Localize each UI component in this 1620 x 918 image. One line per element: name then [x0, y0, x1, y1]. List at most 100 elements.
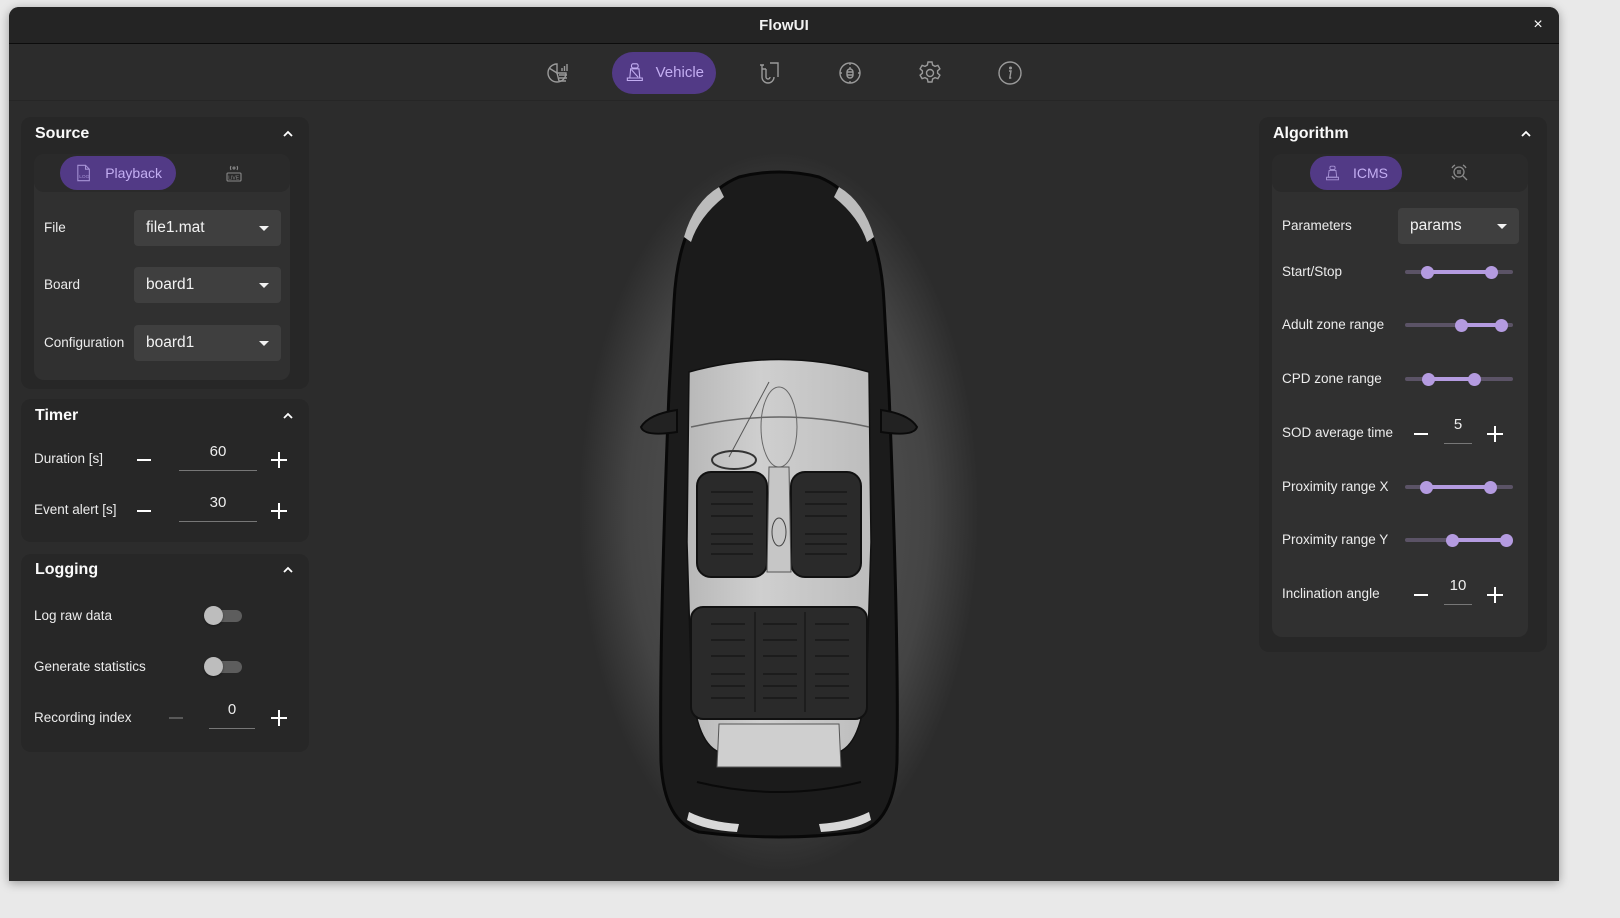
proximity-range-y-label: Proximity range Y [1282, 532, 1389, 547]
source-mode-toggle: LOG Playback LIVE [34, 154, 290, 192]
pipeline-icon [760, 61, 779, 84]
inclination-angle-decrement-button[interactable] [1410, 584, 1432, 606]
duration-decrement-button[interactable] [133, 449, 155, 471]
nav-analytics[interactable] [527, 52, 589, 94]
chevron-up-icon[interactable] [281, 409, 295, 423]
recording-index-label: Recording index [34, 710, 132, 725]
nav-settings[interactable] [899, 52, 961, 94]
minus-icon [1414, 594, 1428, 596]
nav-info[interactable] [979, 52, 1041, 94]
nav-vehicle[interactable]: Vehicle [612, 51, 716, 94]
event-alert-increment-button[interactable] [268, 500, 290, 522]
info-icon [998, 60, 1022, 85]
board-select-value: board1 [146, 276, 195, 293]
board-select[interactable]: board1 [134, 267, 281, 303]
plus-icon [1487, 426, 1503, 442]
start-stop-slider[interactable] [1405, 264, 1513, 280]
event-alert-decrement-button[interactable] [133, 500, 155, 522]
chevron-up-icon[interactable] [281, 563, 295, 577]
inclination-angle-input[interactable]: 10 [1444, 575, 1472, 605]
proximity-range-x-slider[interactable] [1405, 479, 1513, 495]
sod-average-time-increment-button[interactable] [1484, 423, 1506, 445]
slider-low-thumb[interactable] [1422, 373, 1436, 386]
slider-fill [1426, 485, 1491, 489]
timer-title: Timer [35, 407, 79, 424]
seat-icon [626, 62, 643, 81]
generate-statistics-switch[interactable] [204, 656, 242, 676]
nav-pipeline[interactable] [739, 52, 801, 94]
generate-statistics-label: Generate statistics [34, 659, 146, 674]
slider-high-thumb[interactable] [1494, 319, 1508, 332]
logging-panel: Logging Log raw data Generate statistics… [21, 554, 309, 752]
algorithm-panel: Algorithm ICMS Parameters params Start/S… [1259, 117, 1547, 652]
app-window: FlowUI × Vehicle Source LOG Playback LIV… [9, 7, 1559, 881]
event-alert-label: Event alert [s] [34, 502, 117, 517]
file-label: File [44, 220, 66, 235]
configuration-select[interactable]: board1 [134, 325, 281, 361]
timer-panel: Timer Duration [s] 60 Event alert [s] 30 [21, 399, 309, 542]
cpd-zone-range-slider[interactable] [1405, 371, 1513, 387]
adult-zone-range-label: Adult zone range [1282, 317, 1385, 332]
sod-average-time-decrement-button[interactable] [1410, 423, 1432, 445]
car-top-view-image [579, 152, 979, 872]
dropdown-caret-icon [259, 282, 269, 288]
icms-label: ICMS [1353, 165, 1388, 181]
inclination-angle-increment-button[interactable] [1484, 584, 1506, 606]
parameters-select[interactable]: params [1398, 208, 1519, 244]
slider-low-thumb[interactable] [1454, 319, 1468, 332]
timer-header[interactable]: Timer [21, 401, 309, 431]
minus-icon [137, 510, 151, 512]
sod-average-time-input[interactable]: 5 [1444, 414, 1472, 444]
vehicle-view [579, 142, 979, 881]
event-alert-input[interactable]: 30 [179, 492, 257, 522]
slider-low-thumb[interactable] [1420, 481, 1434, 494]
minus-icon [137, 459, 151, 461]
cpd-zone-range-label: CPD zone range [1282, 371, 1382, 386]
close-button[interactable]: × [1529, 16, 1547, 34]
nav-debug[interactable] [819, 52, 881, 94]
logging-title: Logging [35, 561, 99, 578]
debug-icon [839, 61, 861, 84]
svg-text:LOG: LOG [79, 174, 89, 180]
adult-zone-range-slider[interactable] [1405, 317, 1513, 333]
switch-thumb [204, 657, 223, 676]
slider-high-thumb[interactable] [1484, 266, 1498, 279]
nav-vehicle-label: Vehicle [655, 64, 704, 81]
duration-increment-button[interactable] [268, 449, 290, 471]
recording-index-input[interactable]: 0 [209, 699, 255, 729]
icms-mode-button[interactable]: ICMS [1310, 156, 1402, 190]
file-select[interactable]: file1.mat [134, 210, 281, 246]
proximity-range-x-label: Proximity range X [1282, 479, 1389, 494]
window-title: FlowUI [759, 16, 809, 34]
slider-low-thumb[interactable] [1446, 534, 1460, 547]
algorithm-header[interactable]: Algorithm [1259, 119, 1547, 149]
duration-label: Duration [s] [34, 451, 104, 466]
live-icon: LIVE [226, 165, 242, 182]
chevron-up-icon[interactable] [1519, 127, 1533, 141]
parameters-select-value: params [1410, 217, 1462, 234]
source-panel: Source LOG Playback LIVE File file1.mat … [21, 117, 309, 389]
slider-high-thumb[interactable] [1500, 534, 1514, 547]
switch-thumb [204, 606, 223, 625]
slider-low-thumb[interactable] [1421, 266, 1435, 279]
slider-high-thumb[interactable] [1483, 481, 1497, 494]
slider-fill [1452, 538, 1507, 542]
duration-input[interactable]: 60 [179, 441, 257, 471]
log-raw-data-switch[interactable] [204, 605, 242, 625]
chevron-up-icon[interactable] [281, 127, 295, 141]
gear-icon [919, 60, 941, 83]
parameters-label: Parameters [1282, 218, 1352, 233]
slider-high-thumb[interactable] [1467, 373, 1481, 386]
logging-header[interactable]: Logging [21, 555, 309, 585]
dropdown-caret-icon [1497, 223, 1507, 229]
radar-mode-button[interactable] [1430, 156, 1490, 190]
log-file-icon: LOG [77, 164, 90, 182]
live-mode-button[interactable]: LIVE [204, 156, 264, 190]
playback-mode-button[interactable]: LOG Playback [60, 156, 176, 190]
recording-index-decrement-button[interactable] [165, 707, 187, 729]
recording-index-increment-button[interactable] [268, 707, 290, 729]
source-header[interactable]: Source [21, 119, 309, 149]
file-select-value: file1.mat [146, 219, 205, 236]
proximity-range-y-slider[interactable] [1405, 532, 1514, 548]
source-card: LOG Playback LIVE File file1.mat Board b… [34, 154, 290, 380]
